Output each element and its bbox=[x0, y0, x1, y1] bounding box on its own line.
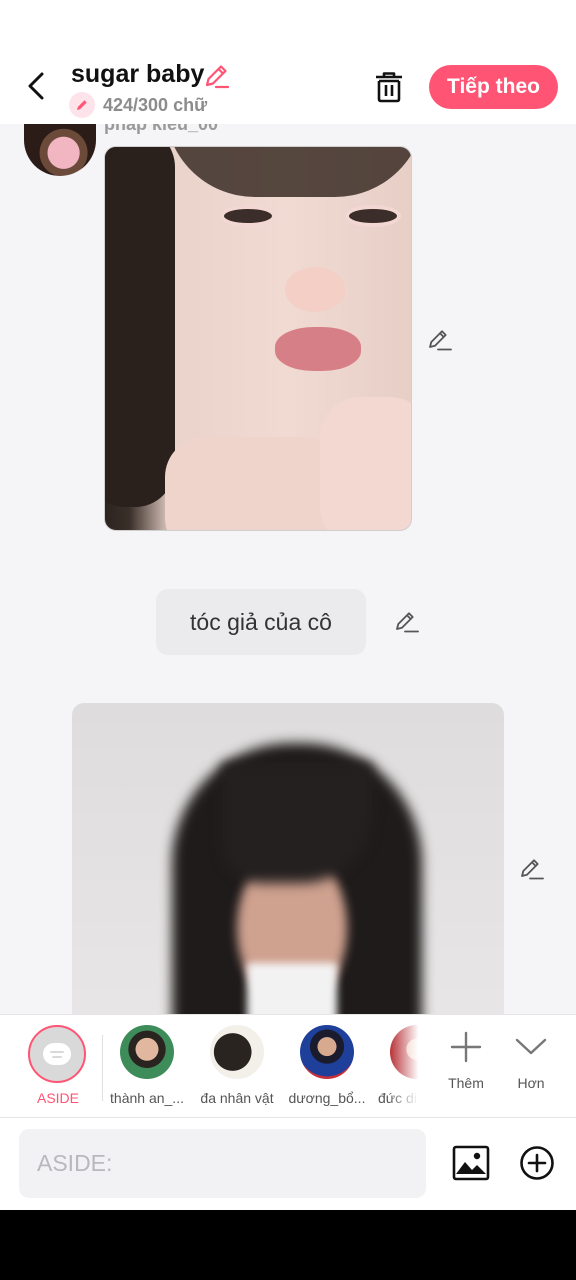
add-more-button[interactable] bbox=[516, 1142, 558, 1184]
word-count-text: 424/300 chữ bbox=[103, 94, 208, 115]
chat-image-portrait[interactable] bbox=[104, 146, 412, 531]
system-navigation-bar bbox=[0, 1210, 576, 1280]
edit-message-button[interactable] bbox=[425, 326, 453, 354]
character-name: dương_bổ... bbox=[288, 1090, 366, 1106]
add-character-label: Thêm bbox=[448, 1075, 484, 1091]
scroll-fade bbox=[388, 1015, 422, 1117]
status-bar-area bbox=[0, 0, 576, 50]
chat-image-wig[interactable] bbox=[72, 703, 504, 1014]
pencil-icon bbox=[429, 330, 452, 351]
insert-image-button[interactable] bbox=[450, 1142, 492, 1184]
pencil-icon bbox=[521, 859, 544, 880]
back-button[interactable] bbox=[18, 68, 54, 104]
chat-area[interactable]: phap kieu_00 tóc giả của cô bbox=[0, 124, 576, 1014]
character-name: thành an_... bbox=[110, 1090, 184, 1106]
pencil-icon bbox=[396, 612, 419, 633]
next-button[interactable]: Tiếp theo bbox=[429, 65, 558, 109]
back-arrow-icon bbox=[28, 72, 44, 100]
word-count: 424/300 chữ bbox=[69, 92, 207, 118]
plus-circle-icon bbox=[520, 1146, 554, 1180]
delete-button[interactable] bbox=[370, 68, 408, 106]
character-name: đa nhân vật bbox=[200, 1090, 274, 1106]
character-item[interactable]: dương_bổ... bbox=[284, 1025, 370, 1106]
add-character-button[interactable]: Thêm bbox=[436, 1027, 496, 1107]
pencil-badge-icon bbox=[69, 92, 95, 118]
narration-icon bbox=[43, 1043, 71, 1065]
edit-message-button[interactable] bbox=[392, 608, 420, 636]
sender-name: phap kieu_00 bbox=[104, 124, 219, 134]
collapse-label: Hơn bbox=[517, 1075, 545, 1091]
avatar bbox=[210, 1025, 264, 1079]
avatar bbox=[120, 1025, 174, 1079]
message-input[interactable] bbox=[19, 1129, 426, 1198]
message-bubble[interactable]: tóc giả của cô bbox=[156, 589, 366, 655]
header: sugar baby 424/300 chữ Tiếp theo bbox=[0, 50, 576, 124]
character-item[interactable]: thành an_... bbox=[104, 1025, 190, 1106]
aside-label: ASIDE bbox=[36, 1090, 79, 1106]
trash-icon bbox=[376, 72, 402, 103]
aside-character[interactable] bbox=[28, 1025, 86, 1083]
divider bbox=[102, 1035, 103, 1101]
composer bbox=[0, 1118, 576, 1210]
edit-message-button[interactable] bbox=[517, 855, 545, 883]
story-title[interactable]: sugar baby bbox=[71, 60, 204, 89]
edit-title-button[interactable] bbox=[202, 62, 230, 90]
character-selector: ASIDE thành an_... đa nhân vật dương_bổ.… bbox=[0, 1014, 576, 1118]
character-item[interactable]: đa nhân vật bbox=[194, 1025, 280, 1106]
chevron-down-icon bbox=[515, 1038, 547, 1055]
collapse-characters-button[interactable]: Hơn bbox=[502, 1027, 560, 1107]
image-icon bbox=[452, 1145, 490, 1181]
pencil-icon bbox=[205, 65, 230, 89]
sender-avatar[interactable] bbox=[24, 124, 96, 176]
plus-icon bbox=[450, 1031, 482, 1063]
avatar bbox=[300, 1025, 354, 1079]
